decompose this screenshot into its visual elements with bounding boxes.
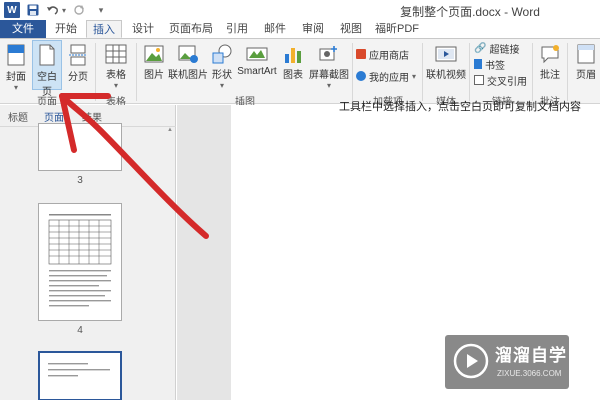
- watermark-logo: 溜溜自学 ZIXUE.3066.COM: [445, 335, 569, 389]
- watermark-url: ZIXUE.3066.COM: [497, 369, 562, 378]
- watermark-name: 溜溜自学: [495, 346, 567, 365]
- play-logo-icon: [453, 343, 489, 379]
